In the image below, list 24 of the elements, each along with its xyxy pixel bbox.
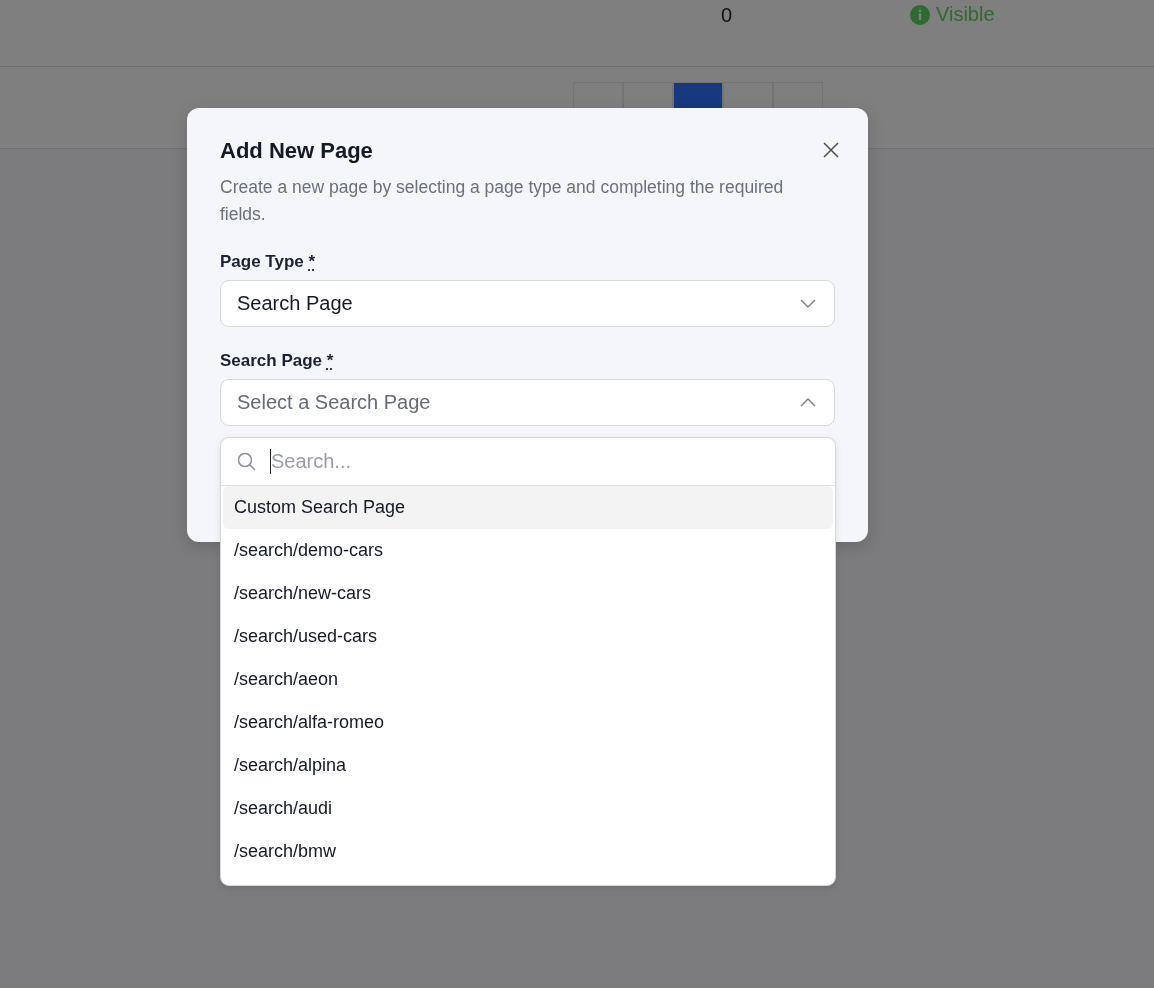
search-icon bbox=[237, 452, 256, 471]
count-text: 0 bbox=[721, 4, 733, 27]
dropdown-option[interactable]: /search/demo-cars bbox=[223, 529, 833, 572]
field-label: Search Page bbox=[220, 351, 323, 370]
select-field[interactable]: Select a Search Page bbox=[220, 379, 835, 426]
dropdown-option[interactable]: /search/aeon bbox=[223, 658, 833, 701]
chevron-up-icon bbox=[800, 398, 816, 407]
dropdown-option[interactable]: /search/new-cars bbox=[223, 572, 833, 615]
chevron-down-icon bbox=[800, 299, 816, 308]
required-mark: * bbox=[308, 252, 316, 271]
dropdown-option[interactable]: Custom Search Page bbox=[223, 486, 833, 529]
dropdown-option[interactable]: /search/alpina bbox=[223, 744, 833, 787]
info-icon bbox=[910, 4, 930, 25]
dropdown-option[interactable]: /search/used-cars bbox=[223, 615, 833, 658]
required-mark: * bbox=[326, 351, 334, 370]
close-icon[interactable] bbox=[823, 142, 839, 158]
field-label: Page Type bbox=[220, 252, 304, 271]
dropdown-option[interactable]: /search/audi bbox=[223, 787, 833, 830]
status-text: Visible bbox=[910, 3, 995, 26]
select-field[interactable]: Search Page bbox=[220, 280, 835, 327]
dialog-title: Add New Page bbox=[220, 138, 373, 164]
dropdown-option[interactable]: /search/alfa-romeo bbox=[223, 701, 833, 744]
dropdown-option[interactable]: /search/bmw bbox=[223, 830, 833, 873]
dialog-description: Create a new page by selecting a page type and completing the required fields. bbox=[220, 176, 785, 226]
